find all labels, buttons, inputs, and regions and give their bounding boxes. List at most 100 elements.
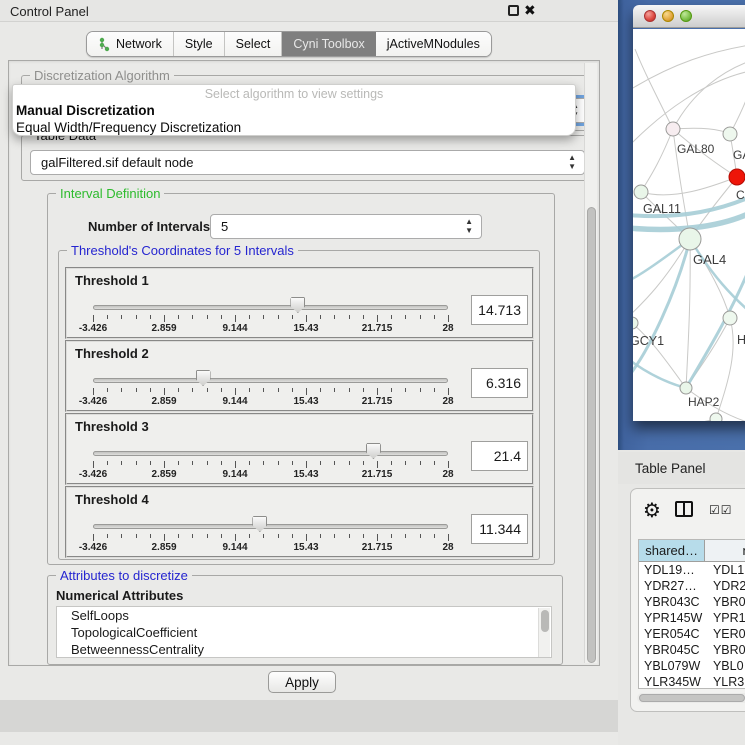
tick-mark bbox=[221, 534, 222, 538]
network-node[interactable] bbox=[710, 413, 722, 421]
tick-label: 15.43 bbox=[293, 323, 318, 334]
tick-mark bbox=[150, 461, 151, 465]
attribute-item-betweennesscentrality[interactable]: BetweennessCentrality bbox=[57, 641, 551, 658]
threshold-value-field[interactable]: 14.713 bbox=[471, 295, 528, 325]
tab-style[interactable]: Style bbox=[174, 32, 225, 56]
tick-mark bbox=[292, 534, 293, 538]
table-row[interactable]: YBL079WYBL0 bbox=[639, 658, 745, 674]
split-columns-icon[interactable] bbox=[675, 501, 693, 517]
cell-name: YBR0 bbox=[708, 594, 745, 610]
slider-handle[interactable] bbox=[366, 443, 381, 459]
network-node[interactable] bbox=[729, 169, 745, 185]
table-row[interactable]: YLR345WYLR3 bbox=[639, 674, 745, 689]
slider-ticks bbox=[93, 461, 448, 469]
attribute-item-topologicalcoefficient[interactable]: TopologicalCoefficient bbox=[57, 624, 551, 641]
network-node[interactable] bbox=[723, 127, 737, 141]
tick-mark bbox=[405, 388, 406, 392]
tick-mark bbox=[93, 461, 94, 468]
table-data-combo[interactable]: galFiltered.sif default node▲▼ bbox=[30, 150, 585, 175]
cell-shared-name: YLR345W bbox=[639, 674, 708, 689]
cell-name: YDR2 bbox=[708, 578, 745, 594]
tick-mark bbox=[278, 315, 279, 319]
attributes-list-scrollbar[interactable] bbox=[538, 608, 550, 658]
attributes-group: Attributes to discretize Numerical Attri… bbox=[47, 575, 563, 665]
tick-mark bbox=[136, 315, 137, 319]
tick-mark bbox=[263, 534, 264, 538]
tick-mark bbox=[235, 388, 236, 395]
algorithm-hint-item: Select algorithm to view settings bbox=[13, 86, 575, 102]
combo-arrows-icon: ▲▼ bbox=[568, 153, 576, 171]
table-row[interactable]: YBR045CYBR0 bbox=[639, 642, 745, 658]
slider-handle[interactable] bbox=[196, 370, 211, 386]
tick-mark bbox=[207, 534, 208, 538]
network-node[interactable] bbox=[679, 228, 701, 250]
tab-select[interactable]: Select bbox=[225, 32, 283, 56]
slider-track[interactable] bbox=[93, 305, 448, 310]
threshold-label: Threshold 3 bbox=[75, 419, 149, 434]
attribute-item-selfloops[interactable]: SelfLoops bbox=[57, 607, 551, 624]
tick-mark bbox=[334, 388, 335, 392]
close-icon[interactable]: ✖ bbox=[524, 2, 536, 19]
column-header-name[interactable]: na bbox=[705, 540, 745, 561]
tab-cyni-toolbox[interactable]: Cyni Toolbox bbox=[282, 32, 375, 56]
tab-network[interactable]: Network bbox=[87, 32, 174, 56]
network-canvas[interactable]: GAL80GALCGAL11GAL4GCY1HHAP2 bbox=[633, 29, 745, 421]
threshold-value-field[interactable]: 6.316 bbox=[471, 368, 528, 398]
network-node[interactable] bbox=[666, 122, 680, 136]
close-traffic-light-icon[interactable] bbox=[644, 10, 656, 22]
tick-mark bbox=[292, 461, 293, 465]
threshold-value-field[interactable]: 21.4 bbox=[471, 441, 528, 471]
apply-button[interactable]: Apply bbox=[268, 671, 336, 693]
tick-mark bbox=[377, 315, 378, 322]
tick-label: 9.144 bbox=[222, 396, 247, 407]
tick-mark bbox=[192, 315, 193, 319]
table-row[interactable]: YPR145WYPR1 bbox=[639, 610, 745, 626]
tick-mark bbox=[150, 388, 151, 392]
table-horizontal-scrollbar[interactable] bbox=[637, 693, 745, 703]
threshold-value-field[interactable]: 11.344 bbox=[471, 514, 528, 544]
tick-mark bbox=[349, 315, 350, 319]
table-row[interactable]: YDR27…YDR2 bbox=[639, 578, 745, 594]
column-header-shared-name[interactable]: shared… bbox=[639, 540, 705, 561]
slider-ticks bbox=[93, 315, 448, 323]
tick-mark bbox=[249, 315, 250, 319]
table-row[interactable]: YDL19…YDL1 bbox=[639, 562, 745, 578]
network-view-window[interactable]: GAL80GALCGAL11GAL4GCY1HHAP2 bbox=[633, 5, 745, 421]
tick-mark bbox=[263, 388, 264, 392]
network-node[interactable] bbox=[680, 382, 692, 394]
slider-handle[interactable] bbox=[252, 516, 267, 532]
tick-mark bbox=[320, 315, 321, 319]
table-toolbar: ⚙ ☑☑ bbox=[631, 489, 745, 533]
table-row[interactable]: YBR043CYBR0 bbox=[639, 594, 745, 610]
checkbox-icon[interactable]: ☑☑ bbox=[709, 503, 733, 517]
number-of-intervals-combo[interactable]: 5▲▼ bbox=[210, 214, 482, 239]
zoom-traffic-light-icon[interactable] bbox=[680, 10, 692, 22]
tick-mark bbox=[178, 315, 179, 319]
tick-label: 2.859 bbox=[151, 323, 176, 334]
network-node[interactable] bbox=[634, 185, 648, 199]
tick-mark bbox=[93, 315, 94, 322]
tick-mark bbox=[121, 534, 122, 538]
algorithm-option-manual-discretization[interactable]: Manual Discretization bbox=[13, 102, 575, 119]
float-window-icon[interactable] bbox=[508, 5, 519, 16]
slider-track[interactable] bbox=[93, 378, 448, 383]
numerical-attributes-list[interactable]: SelfLoopsTopologicalCoefficientBetweenne… bbox=[56, 606, 552, 658]
tick-mark bbox=[249, 461, 250, 465]
tick-mark bbox=[235, 315, 236, 322]
table-row[interactable]: YER054CYER0 bbox=[639, 626, 745, 642]
network-window-titlebar[interactable] bbox=[633, 5, 745, 28]
slider-track[interactable] bbox=[93, 451, 448, 456]
minimize-traffic-light-icon[interactable] bbox=[662, 10, 674, 22]
tab-jactivemnodules[interactable]: jActiveMNodules bbox=[376, 32, 491, 56]
slider-track[interactable] bbox=[93, 524, 448, 529]
slider-handle[interactable] bbox=[290, 297, 305, 313]
tick-mark bbox=[349, 388, 350, 392]
thresholds-group: Threshold's Coordinates for 5 Intervals … bbox=[58, 250, 540, 560]
gear-icon[interactable]: ⚙ bbox=[643, 498, 661, 523]
settings-vertical-scrollbar[interactable] bbox=[584, 63, 597, 663]
algorithm-option-equal-width-frequency-discretization[interactable]: Equal Width/Frequency Discretization bbox=[13, 119, 575, 136]
network-node[interactable] bbox=[723, 311, 737, 325]
network-edge-highlighted bbox=[690, 239, 745, 312]
tick-label: 15.43 bbox=[293, 542, 318, 553]
tick-mark bbox=[434, 388, 435, 392]
